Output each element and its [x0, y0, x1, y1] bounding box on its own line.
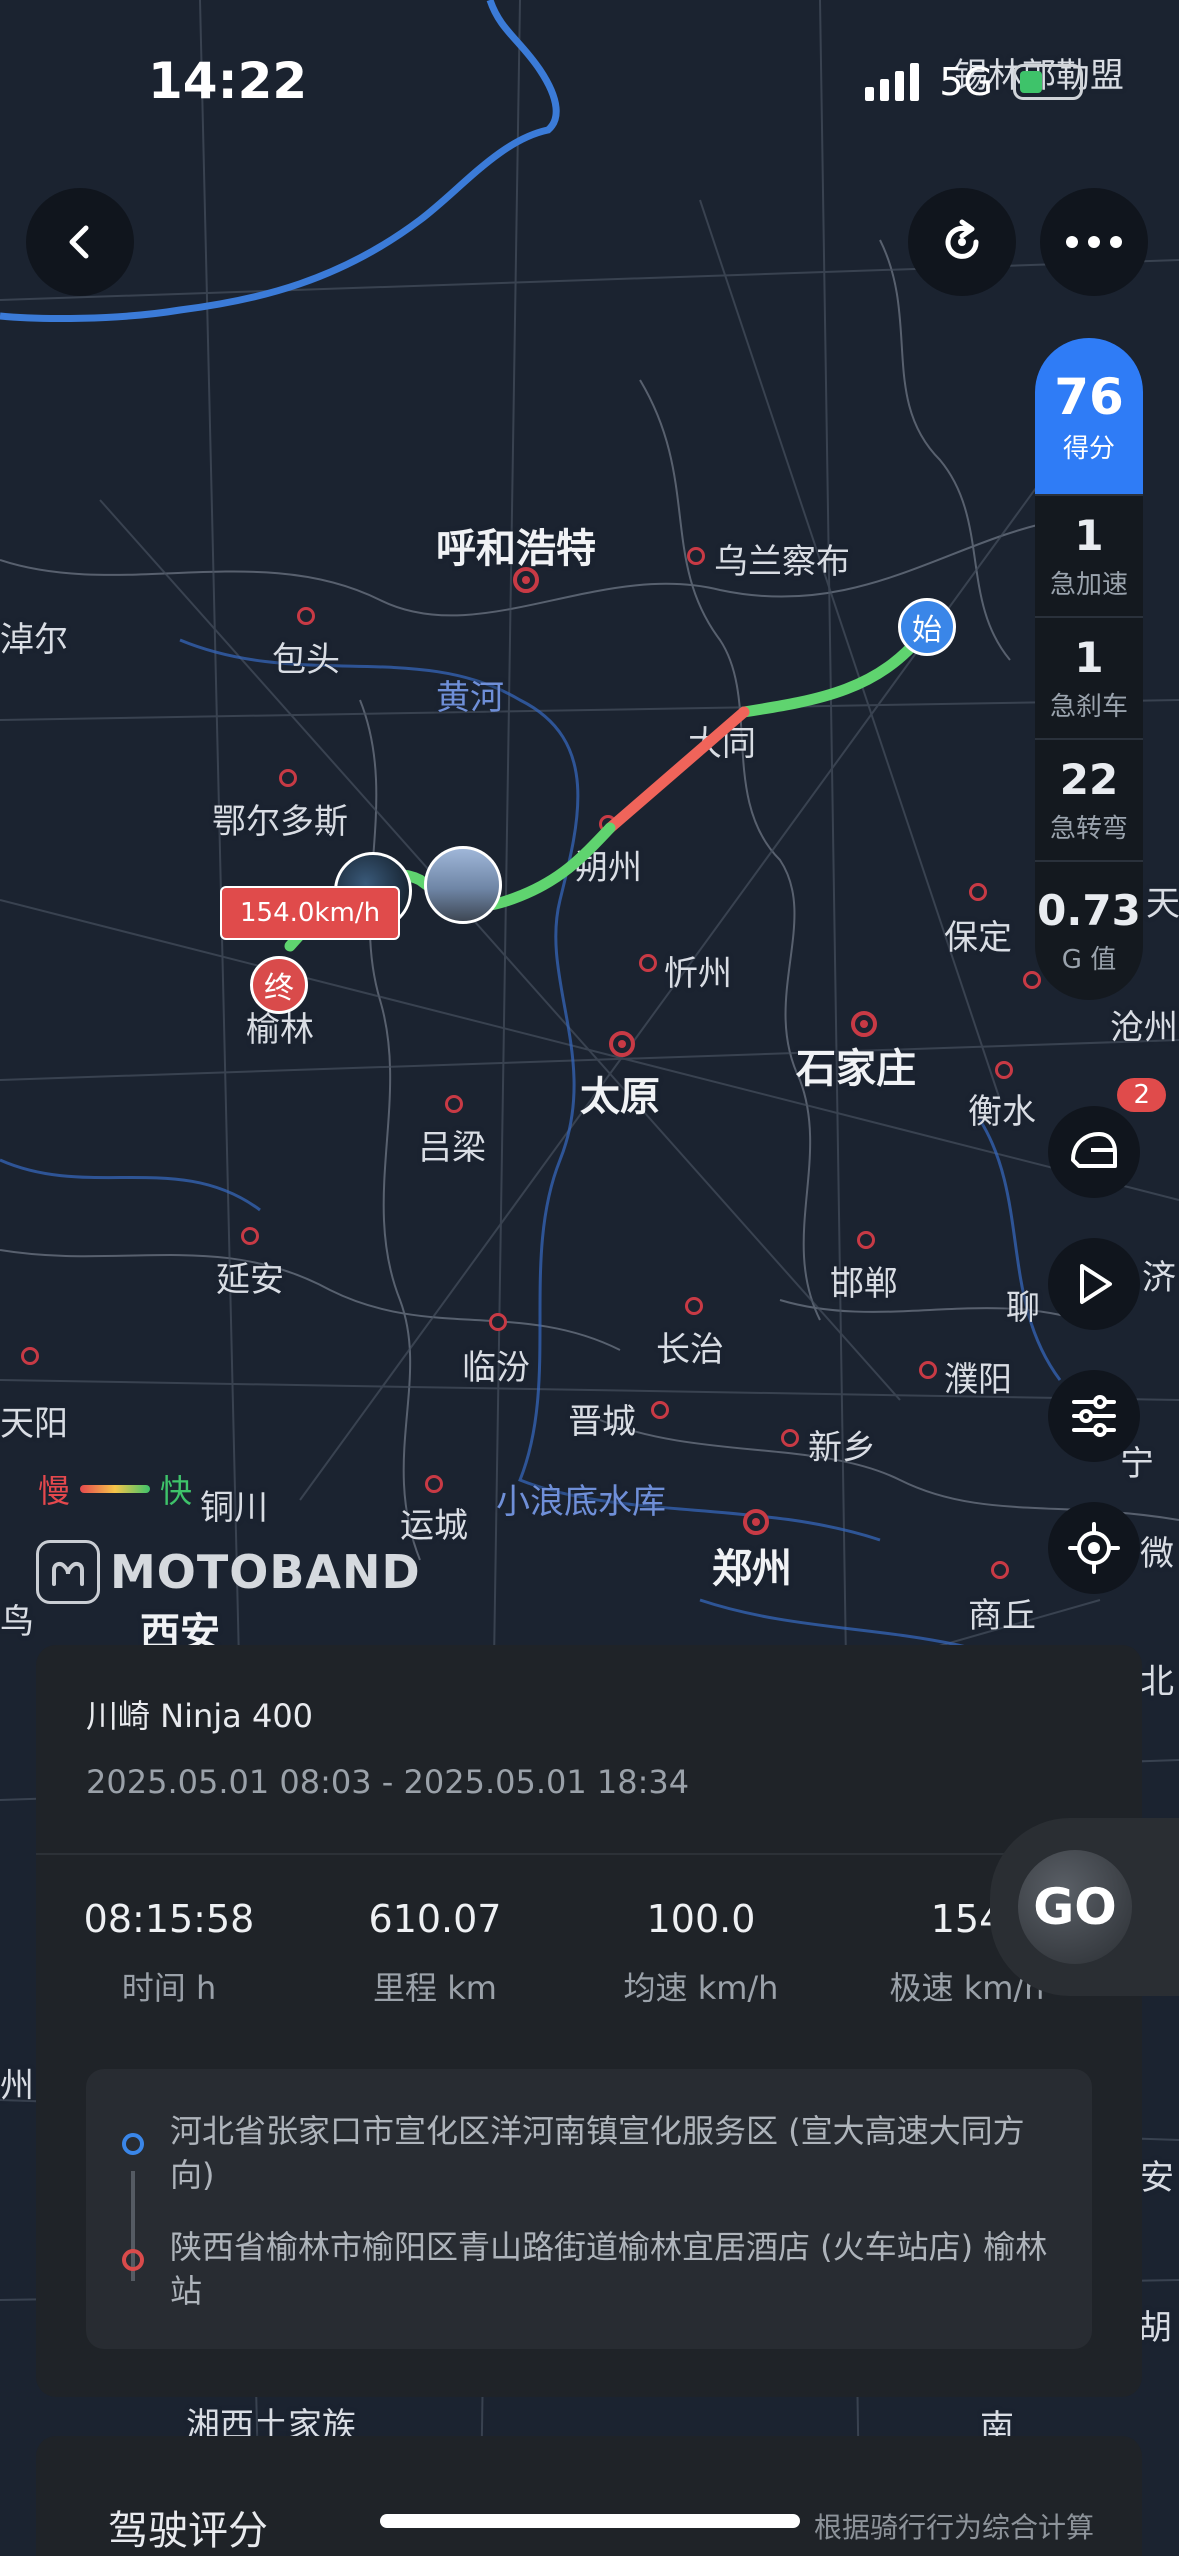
trip-card: 川崎 Ninja 400 2025.05.01 08:03 - 2025.05.…: [36, 1645, 1142, 2397]
helmet-icon: [1071, 1132, 1117, 1168]
start-pin[interactable]: 始: [898, 598, 956, 656]
go-button[interactable]: GO: [1018, 1850, 1132, 1964]
status-icons: 5G: [865, 60, 1083, 104]
metric-value: 08:15:58: [83, 1897, 255, 1941]
go-button-container: GO: [990, 1818, 1179, 1996]
locate-button[interactable]: [1048, 1502, 1140, 1594]
metric-value: 610.07: [368, 1897, 502, 1941]
stat-label: 急刹车: [1049, 692, 1128, 722]
back-button[interactable]: [26, 188, 134, 296]
sliders-icon: [1072, 1395, 1116, 1437]
photo-marker[interactable]: [424, 846, 502, 924]
brand-watermark: MOTOBAND: [36, 1540, 421, 1604]
metric-value: 100.0: [646, 1897, 756, 1941]
vehicle-name: 川崎 Ninja 400: [86, 1697, 314, 1735]
metric-label: 里程 km: [373, 1969, 497, 2007]
rating-card[interactable]: 驾驶评分 根据骑行行为综合计算: [36, 2436, 1142, 2556]
end-pin[interactable]: 终: [250, 956, 308, 1014]
stat-value: 22: [1059, 755, 1119, 804]
divider: [36, 1853, 1142, 1855]
stat-g-value: 0.73 G 值: [1035, 860, 1143, 1000]
legend-fast: 快: [160, 1472, 193, 1510]
status-time: 14:22: [148, 52, 308, 110]
metric-avg-speed: 100.0 均速 km/h: [568, 1897, 834, 2009]
motoband-logo-icon: [36, 1540, 100, 1604]
end-address: 陕西省榆林市榆阳区青山路街道榆林宜居酒店 (火车站店) 榆林站: [170, 2228, 1048, 2310]
end-dot-icon: [122, 2249, 144, 2271]
stat-label: G 值: [1061, 945, 1117, 975]
score-label: 得分: [1062, 433, 1115, 464]
battery-icon: [1013, 64, 1083, 100]
home-indicator[interactable]: [380, 2514, 800, 2528]
signal-icon: [865, 63, 920, 101]
brand-name: MOTOBAND: [110, 1545, 421, 1599]
metric-distance: 610.07 里程 km: [302, 1897, 568, 2009]
stat-sharp-turn: 22 急转弯: [1035, 738, 1143, 860]
play-icon: [1080, 1264, 1112, 1304]
metric-label: 均速 km/h: [623, 1969, 779, 2007]
stat-value: 1: [1074, 633, 1104, 682]
helmet-badge: 2: [1117, 1078, 1166, 1112]
play-button[interactable]: [1048, 1238, 1140, 1330]
filter-button[interactable]: [1048, 1370, 1140, 1462]
stat-label: 急加速: [1049, 570, 1128, 600]
stat-hard-braking: 1 急刹车: [1035, 616, 1143, 738]
legend-gradient: [80, 1485, 151, 1493]
score-summary: 76 得分: [1035, 338, 1143, 494]
max-speed-tag: 154.0km/h: [220, 886, 401, 940]
helmet-button[interactable]: 2: [1048, 1078, 1166, 1198]
refresh-icon: [945, 219, 979, 259]
speed-legend: 慢 快: [38, 1466, 192, 1512]
metric-duration: 08:15:58 时间 h: [36, 1897, 302, 2009]
stat-value: 0.73: [1037, 886, 1141, 935]
address-box: 河北省张家口市宣化区洋河南镇宣化服务区 (宣大高速大同方向) 陕西省榆林市榆阳区…: [86, 2069, 1092, 2349]
network-type: 5G: [939, 60, 993, 104]
chevron-left-icon: [69, 225, 89, 259]
more-button[interactable]: [1040, 188, 1148, 296]
rating-title: 驾驶评分: [108, 2508, 268, 2554]
stat-label: 急转弯: [1049, 814, 1128, 844]
score-panel[interactable]: 76 得分 1 急加速 1 急刹车 22 急转弯 0.73 G 值: [1035, 338, 1143, 1000]
more-icon: [1066, 236, 1122, 248]
stat-hard-acceleration: 1 急加速: [1035, 494, 1143, 616]
metric-label: 时间 h: [121, 1969, 217, 2007]
replay-button[interactable]: [908, 188, 1016, 296]
stat-value: 1: [1074, 511, 1104, 560]
score-value: 76: [1054, 367, 1124, 426]
rating-note: 根据骑行行为综合计算: [813, 2511, 1094, 2544]
start-dot-icon: [122, 2133, 144, 2155]
trip-time-range: 2025.05.01 08:03 - 2025.05.01 18:34: [86, 1763, 690, 1801]
trip-metrics: 08:15:58 时间 h 610.07 里程 km 100.0 均速 km/h…: [36, 1897, 1142, 2009]
legend-slow: 慢: [38, 1472, 71, 1510]
locate-icon: [1068, 1522, 1120, 1574]
start-address: 河北省张家口市宣化区洋河南镇宣化服务区 (宣大高速大同方向): [170, 2112, 1025, 2194]
